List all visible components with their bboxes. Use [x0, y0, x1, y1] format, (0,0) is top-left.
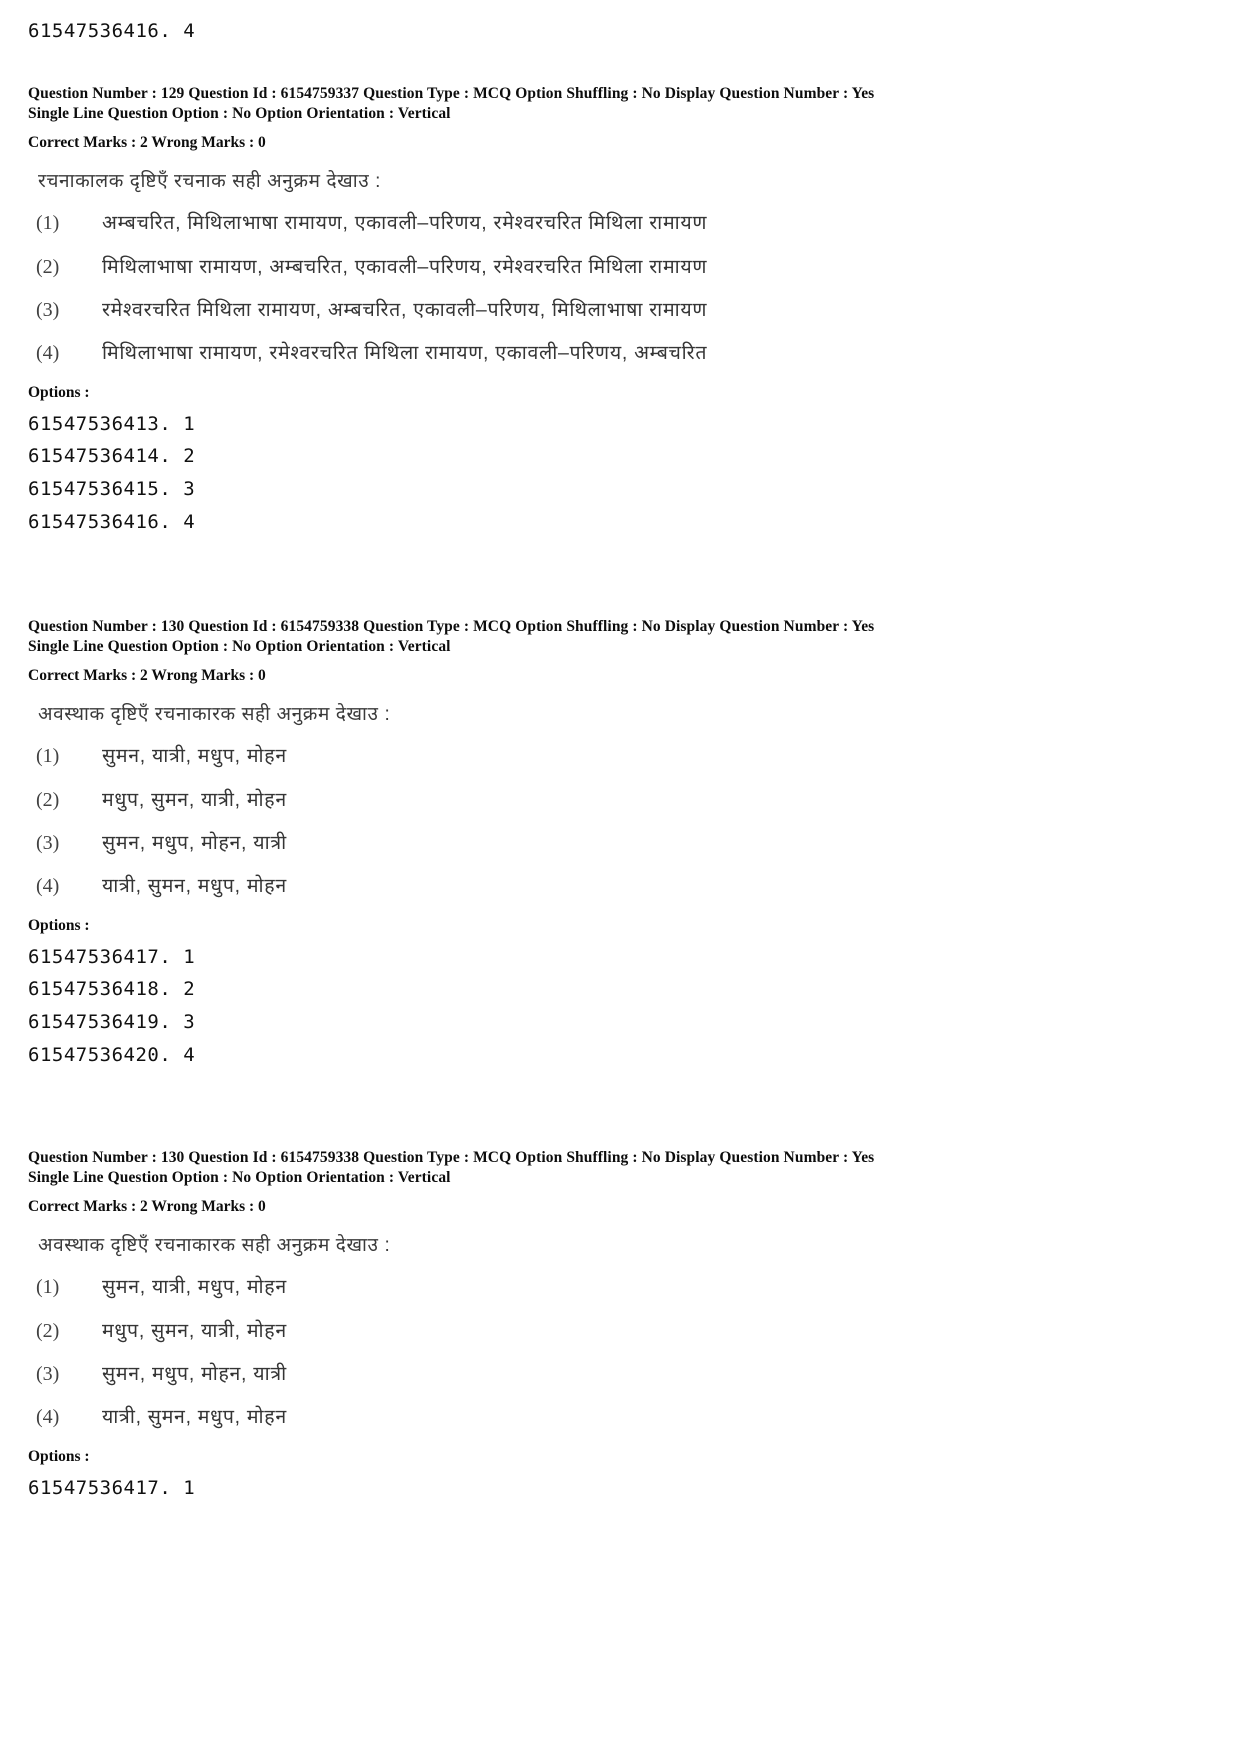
answer-choice-number: (3): [36, 1363, 60, 1386]
answer-choice-number: (2): [36, 1319, 60, 1342]
answer-choice-text: सुमन, यात्री, मधुप, मोहन: [102, 1276, 287, 1299]
option-id: 61547536417. 1: [28, 945, 196, 968]
answer-choice-text: मिथिलाभाषा रामायण, अम्बचरित, एकावली–परिण…: [102, 255, 708, 278]
option-id-list: 61547536413. 1 61547536414. 2 6154753641…: [0, 408, 1240, 539]
answer-choice-text: अम्बचरित, मिथिलाभाषा रामायण, एकावली–परिण…: [102, 212, 708, 235]
option-id: 61547536417. 1: [28, 1476, 196, 1499]
answer-choice-number: (2): [36, 788, 60, 811]
question-meta: Question Number : 129 Question Id : 6154…: [0, 84, 1240, 125]
answer-choice-number: (3): [36, 832, 60, 855]
question-stem: रचनाकालक दृष्टिएँ रचनाक सही अनुक्रम देखा…: [38, 170, 381, 192]
question-meta-line-1: Question Number : 130 Question Id : 6154…: [28, 618, 875, 635]
question-meta-line-2: Single Line Question Option : No Option …: [28, 1169, 451, 1187]
question-stem: अवस्थाक दृष्टिएँ रचनाकारक सही अनुक्रम दे…: [38, 1234, 391, 1256]
question-meta-line-2: Single Line Question Option : No Option …: [28, 638, 451, 656]
answer-choice[interactable]: (4) यात्री, सुमन, मधुप, मोहन: [36, 873, 1240, 899]
answer-choice-number: (4): [36, 875, 60, 898]
option-id: 61547536415. 3: [28, 478, 196, 500]
question-block: Question Number : 129 Question Id : 6154…: [0, 84, 1240, 538]
answer-choice-text: सुमन, मधुप, मोहन, यात्री: [102, 1363, 287, 1386]
answer-choice-number: (4): [36, 342, 60, 365]
option-id-list: 61547536417. 1: [0, 1472, 1240, 1505]
question-marks: Correct Marks : 2 Wrong Marks : 0: [28, 1197, 266, 1215]
answer-choice-text: मधुप, सुमन, यात्री, मोहन: [102, 788, 287, 811]
question-meta-line-1: Question Number : 129 Question Id : 6154…: [28, 85, 875, 102]
answer-choice[interactable]: (3) रमेश्वरचरित मिथिला रामायण, अम्बचरित,…: [36, 297, 1240, 323]
answer-choice[interactable]: (1) अम्बचरित, मिथिलाभाषा रामायण, एकावली–…: [36, 210, 1240, 236]
answer-choice[interactable]: (2) मधुप, सुमन, यात्री, मोहन: [36, 787, 1240, 813]
answer-choice-number: (1): [36, 745, 60, 768]
option-id: 61547536414. 2: [28, 445, 196, 468]
option-id: 61547536420. 4: [28, 1043, 196, 1066]
answer-choice[interactable]: (3) सुमन, मधुप, मोहन, यात्री: [36, 830, 1240, 856]
answer-choice-text: मिथिलाभाषा रामायण, रमेश्वरचरित मिथिला रा…: [102, 342, 708, 365]
answer-choice-text: यात्री, सुमन, मधुप, मोहन: [102, 1406, 287, 1429]
answer-choice-text: मधुप, सुमन, यात्री, मोहन: [102, 1319, 287, 1342]
question-meta-line-1: Question Number : 130 Question Id : 6154…: [28, 1149, 875, 1166]
answer-choice[interactable]: (2) मिथिलाभाषा रामायण, अम्बचरित, एकावली–…: [36, 254, 1240, 280]
option-id-list: 61547536417. 1 61547536418. 2 6154753641…: [0, 941, 1240, 1072]
option-id: 61547536413. 1: [28, 412, 196, 435]
answer-choice-number: (1): [36, 1276, 60, 1299]
exam-question-page: 61547536416. 4 Question Number : 129 Que…: [0, 0, 1240, 1754]
answer-choice-text: सुमन, मधुप, मोहन, यात्री: [102, 832, 287, 855]
question-stem: अवस्थाक दृष्टिएँ रचनाकारक सही अनुक्रम दे…: [38, 703, 391, 725]
question-marks: Correct Marks : 2 Wrong Marks : 0: [28, 133, 266, 151]
answer-choice-text: यात्री, सुमन, मधुप, मोहन: [102, 875, 287, 898]
answer-choice-list: (1) सुमन, यात्री, मधुप, मोहन (2) मधुप, स…: [0, 743, 1240, 899]
option-id: 61547536416. 4: [28, 510, 196, 533]
answer-choice-number: (1): [36, 212, 60, 235]
option-id: 61547536418. 2: [28, 978, 196, 1001]
answer-choice-text: रमेश्वरचरित मिथिला रामायण, अम्बचरित, एका…: [102, 299, 708, 322]
options-label: Options :: [28, 1447, 90, 1465]
options-label: Options :: [28, 916, 90, 934]
answer-choice-number: (3): [36, 299, 60, 322]
answer-choice[interactable]: (1) सुमन, यात्री, मधुप, मोहन: [36, 1274, 1240, 1300]
orphan-option-id-top: 61547536416. 4: [28, 20, 196, 42]
question-meta-line-2: Single Line Question Option : No Option …: [28, 105, 451, 123]
question-block: Question Number : 130 Question Id : 6154…: [0, 617, 1240, 1071]
answer-choice[interactable]: (2) मधुप, सुमन, यात्री, मोहन: [36, 1318, 1240, 1344]
answer-choice-list: (1) सुमन, यात्री, मधुप, मोहन (2) मधुप, स…: [0, 1274, 1240, 1430]
answer-choice[interactable]: (1) सुमन, यात्री, मधुप, मोहन: [36, 743, 1240, 769]
options-label: Options :: [28, 383, 90, 401]
answer-choice[interactable]: (4) मिथिलाभाषा रामायण, रमेश्वरचरित मिथिल…: [36, 340, 1240, 366]
answer-choice-number: (2): [36, 255, 60, 278]
answer-choice-number: (4): [36, 1406, 60, 1429]
answer-choice[interactable]: (4) यात्री, सुमन, मधुप, मोहन: [36, 1404, 1240, 1430]
option-id: 61547536419. 3: [28, 1011, 196, 1033]
answer-choice[interactable]: (3) सुमन, मधुप, मोहन, यात्री: [36, 1361, 1240, 1387]
question-meta: Question Number : 130 Question Id : 6154…: [0, 1148, 1240, 1189]
answer-choice-text: सुमन, यात्री, मधुप, मोहन: [102, 745, 287, 768]
question-block: Question Number : 130 Question Id : 6154…: [0, 1148, 1240, 1504]
answer-choice-list: (1) अम्बचरित, मिथिलाभाषा रामायण, एकावली–…: [0, 210, 1240, 366]
question-marks: Correct Marks : 2 Wrong Marks : 0: [28, 666, 266, 684]
question-meta: Question Number : 130 Question Id : 6154…: [0, 617, 1240, 658]
